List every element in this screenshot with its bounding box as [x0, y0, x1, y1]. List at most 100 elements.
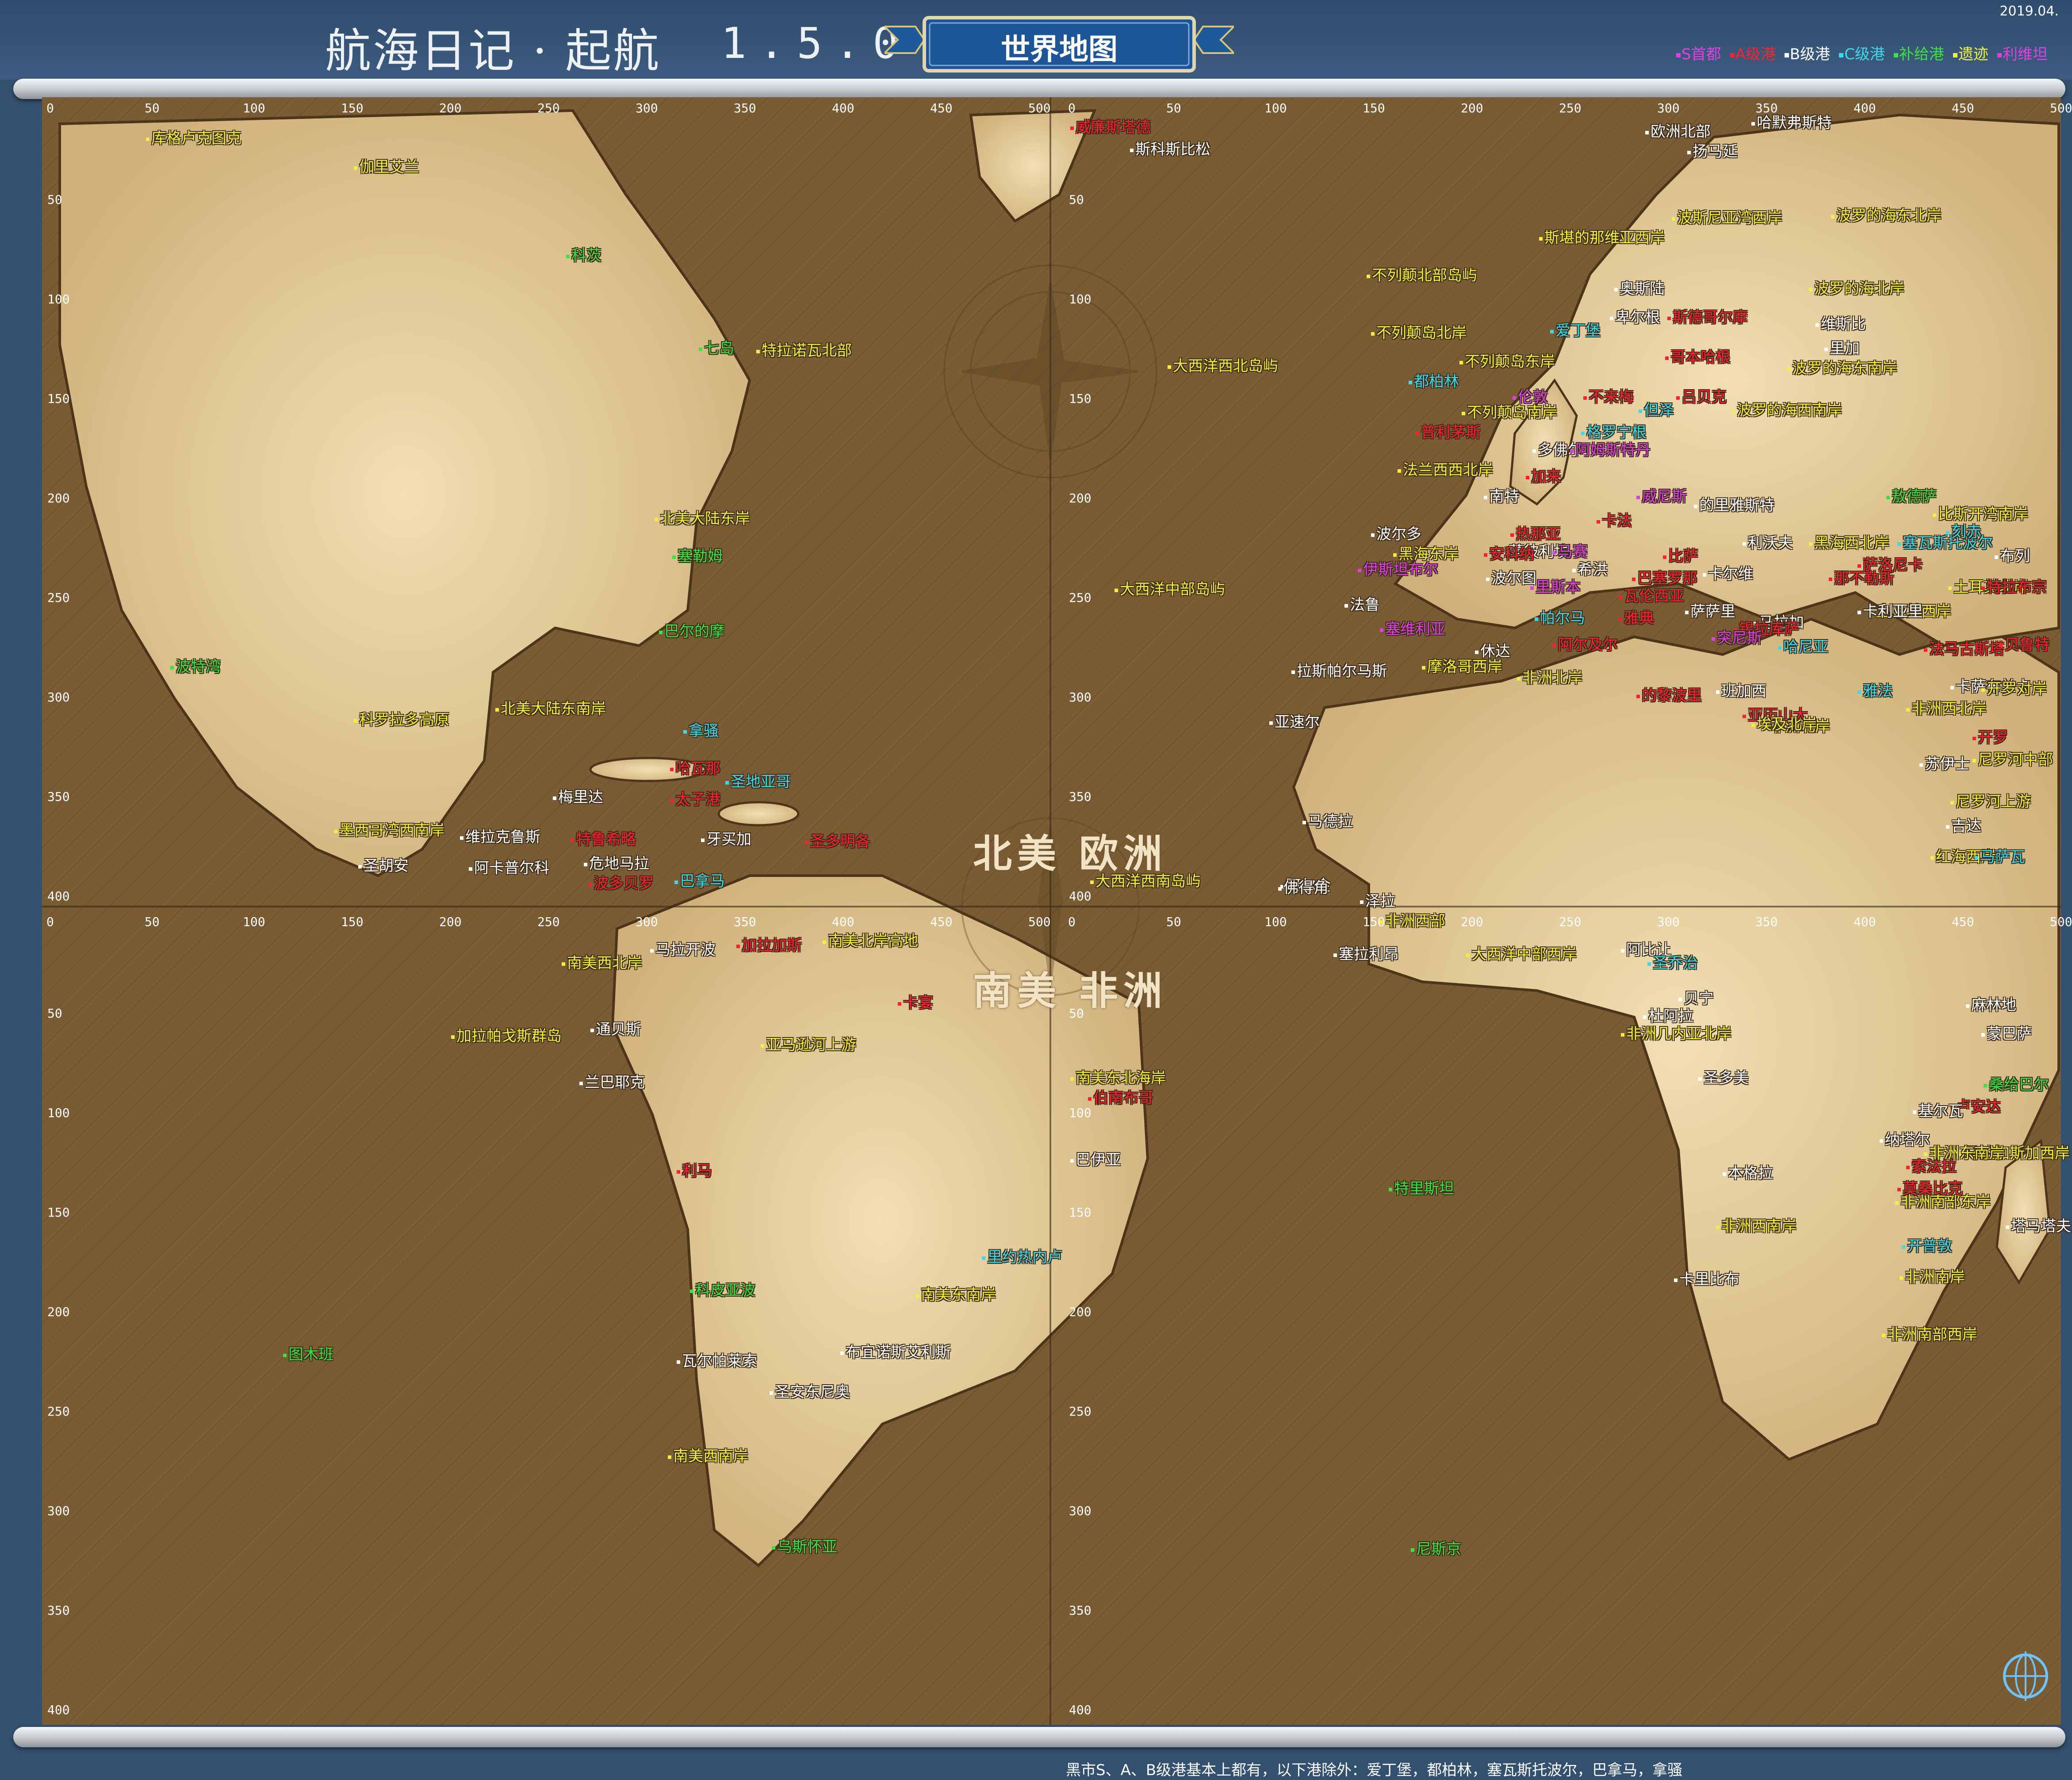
port-label[interactable]: 法鲁 [1344, 597, 1380, 613]
port-label[interactable]: 特拉诺瓦北部 [756, 343, 852, 359]
port-label[interactable]: 马拉开波 [650, 942, 716, 958]
port-label[interactable]: 非洲北岸 [1517, 670, 1582, 686]
port-label[interactable]: 吉达 [1946, 818, 1981, 834]
port-label[interactable]: 圣多明各 [805, 834, 870, 850]
port-label[interactable]: 非洲东南岸 [1924, 1145, 2004, 1161]
port-label[interactable]: 普利茅斯 [1415, 425, 1481, 440]
port-label[interactable]: 非洲南部西岸 [1882, 1327, 1977, 1343]
port-label[interactable]: 加拉加斯 [736, 938, 802, 953]
port-label[interactable]: 斯科斯比松 [1130, 142, 1210, 157]
port-label[interactable]: 班加西 [1716, 683, 1766, 699]
port-label[interactable]: 卑尔根 [1610, 310, 1660, 325]
port-label[interactable]: 格罗宁根 [1581, 425, 1647, 440]
port-label[interactable]: 巴尔的摩 [659, 624, 724, 639]
port-label[interactable]: 希洪 [1572, 562, 1608, 578]
port-label[interactable]: 圣胡安 [358, 858, 409, 874]
port-label[interactable]: 波多贝罗 [588, 876, 654, 892]
port-label[interactable]: 哈瓦那 [670, 761, 720, 777]
port-label[interactable]: 南美东南岸 [915, 1287, 996, 1303]
port-label[interactable]: 威廉斯塔德 [1070, 119, 1151, 135]
port-label[interactable]: 不列颠岛南岸 [1462, 405, 1557, 421]
port-label[interactable]: 七岛 [699, 341, 734, 356]
port-label[interactable]: 巴拿马 [674, 873, 725, 889]
port-label[interactable]: 开罗 [1972, 730, 2008, 746]
port-label[interactable]: 库格卢克图克 [146, 130, 241, 146]
port-label[interactable]: 本格拉 [1723, 1165, 1773, 1181]
port-label[interactable]: 马赛 [1552, 544, 1588, 560]
port-label[interactable]: 北美大陆东南岸 [495, 701, 606, 717]
port-label[interactable]: 瓦伦西亚 [1619, 588, 1684, 604]
port-label[interactable]: 里斯本 [1530, 579, 1581, 595]
port-label[interactable]: 杜阿拉 [1643, 1008, 1693, 1024]
port-label[interactable]: 兰巴耶克 [579, 1075, 645, 1091]
port-label[interactable]: 巴伊亚 [1070, 1152, 1121, 1168]
port-label[interactable]: 大西洋西北岛屿 [1168, 358, 1278, 374]
port-label[interactable]: 维斯比 [1815, 316, 1866, 332]
port-label[interactable]: 基尔瓦 [1913, 1103, 1963, 1119]
port-label[interactable]: 南美西北岸 [562, 955, 642, 971]
port-label[interactable]: 波特湾 [170, 659, 221, 675]
port-label[interactable]: 卡宴 [898, 995, 933, 1011]
port-label[interactable]: 桑给巴尔 [1984, 1077, 2049, 1093]
port-label[interactable]: 不列颠岛东岸 [1459, 354, 1555, 370]
port-label[interactable]: 伯南布哥 [1088, 1090, 1153, 1106]
port-label[interactable]: 开罗对岸 [1981, 681, 2047, 697]
port-label[interactable]: 特拉布宗 [1981, 579, 2047, 595]
port-label[interactable]: 南美北岸高地 [823, 933, 918, 949]
port-label[interactable]: 通贝斯 [590, 1022, 641, 1037]
port-label[interactable]: 北美大陆东岸 [655, 511, 750, 527]
port-label[interactable]: 亚马逊河上游 [761, 1037, 856, 1053]
port-label[interactable]: 科罗拉多高原 [354, 712, 449, 728]
port-label[interactable]: 太子港 [670, 792, 720, 808]
port-label[interactable]: 塔马塔夫 [2006, 1218, 2071, 1234]
port-label[interactable]: 纳塔尔 [1880, 1132, 1930, 1148]
port-label[interactable]: 非洲几内亚北岸 [1621, 1026, 1731, 1042]
port-label[interactable]: 危地马拉 [584, 856, 649, 872]
port-label[interactable]: 伽里艾兰 [354, 159, 419, 175]
port-label[interactable]: 开普敦 [1902, 1238, 1952, 1254]
port-label[interactable]: 加拉帕戈斯群岛 [451, 1028, 562, 1044]
port-label[interactable]: 爱丁堡 [1550, 323, 1601, 339]
port-label[interactable]: 大西洋中部岛屿 [1115, 582, 1225, 597]
port-label[interactable]: 巴塞罗那 [1632, 570, 1697, 586]
port-label[interactable]: 科皮亚波 [690, 1282, 755, 1298]
port-label[interactable]: 利沃夫 [1743, 535, 1793, 551]
port-label[interactable]: 波罗的海西南岸 [1731, 402, 1842, 418]
port-label[interactable]: 非洲西部 [1380, 913, 1445, 929]
port-label[interactable]: 科茨 [566, 248, 601, 264]
port-label[interactable]: 法兰西西北岸 [1398, 462, 1493, 478]
port-label[interactable]: 突尼斯 [1712, 630, 1762, 646]
port-label[interactable]: 南特 [1484, 489, 1519, 505]
port-label[interactable]: 圣乔治 [1647, 955, 1698, 971]
port-label[interactable]: 苏伊士 [1919, 756, 1970, 772]
port-label[interactable]: 泽拉 [1360, 893, 1395, 909]
port-label[interactable]: 拿骚 [683, 723, 719, 739]
port-label[interactable]: 伦敦 [1513, 389, 1548, 405]
port-label[interactable]: 非洲西北岸 [1906, 701, 1987, 717]
port-label[interactable]: 圣安东尼奥 [770, 1384, 850, 1400]
port-label[interactable]: 尼罗河上游 [1950, 794, 2031, 810]
port-label[interactable]: 圣地亚哥 [725, 774, 791, 790]
port-label[interactable]: 雅法 [1858, 683, 1893, 699]
port-label[interactable]: 斯德哥尔摩 [1667, 310, 1748, 325]
port-label[interactable]: 雅典 [1619, 610, 1654, 626]
port-label[interactable]: 帕尔马 [1535, 610, 1585, 626]
port-label[interactable]: 塞拉利昂 [1333, 946, 1399, 962]
port-label[interactable]: 马萨瓦 [1975, 849, 2025, 865]
port-label[interactable]: 萨洛尼卡 [1858, 557, 1923, 573]
port-label[interactable]: 特里斯坦 [1389, 1181, 1454, 1197]
port-label[interactable]: 马德拉 [1302, 814, 1353, 830]
port-label[interactable]: 贝鲁特 [1999, 637, 2049, 653]
port-label[interactable]: 阿尔及尔 [1552, 637, 1618, 653]
port-label[interactable]: 大西洋中部西岸 [1466, 946, 1577, 962]
port-label[interactable]: 加来 [1526, 469, 1561, 485]
port-label[interactable]: 黑海西北岸 [1809, 535, 1889, 551]
port-label[interactable]: 莫桑比克 [1897, 1181, 1963, 1197]
port-label[interactable]: 亚速尔 [1269, 714, 1320, 730]
port-label[interactable]: 的黎波里 [1636, 688, 1702, 704]
port-label[interactable]: 哥本哈根 [1665, 349, 1731, 365]
port-label[interactable]: 卡法 [1597, 513, 1632, 529]
port-label[interactable]: 摩洛哥西岸 [1422, 659, 1502, 675]
port-label[interactable]: 南美东北海岸 [1070, 1070, 1166, 1086]
port-label[interactable]: 安科纳 [1484, 546, 1534, 562]
